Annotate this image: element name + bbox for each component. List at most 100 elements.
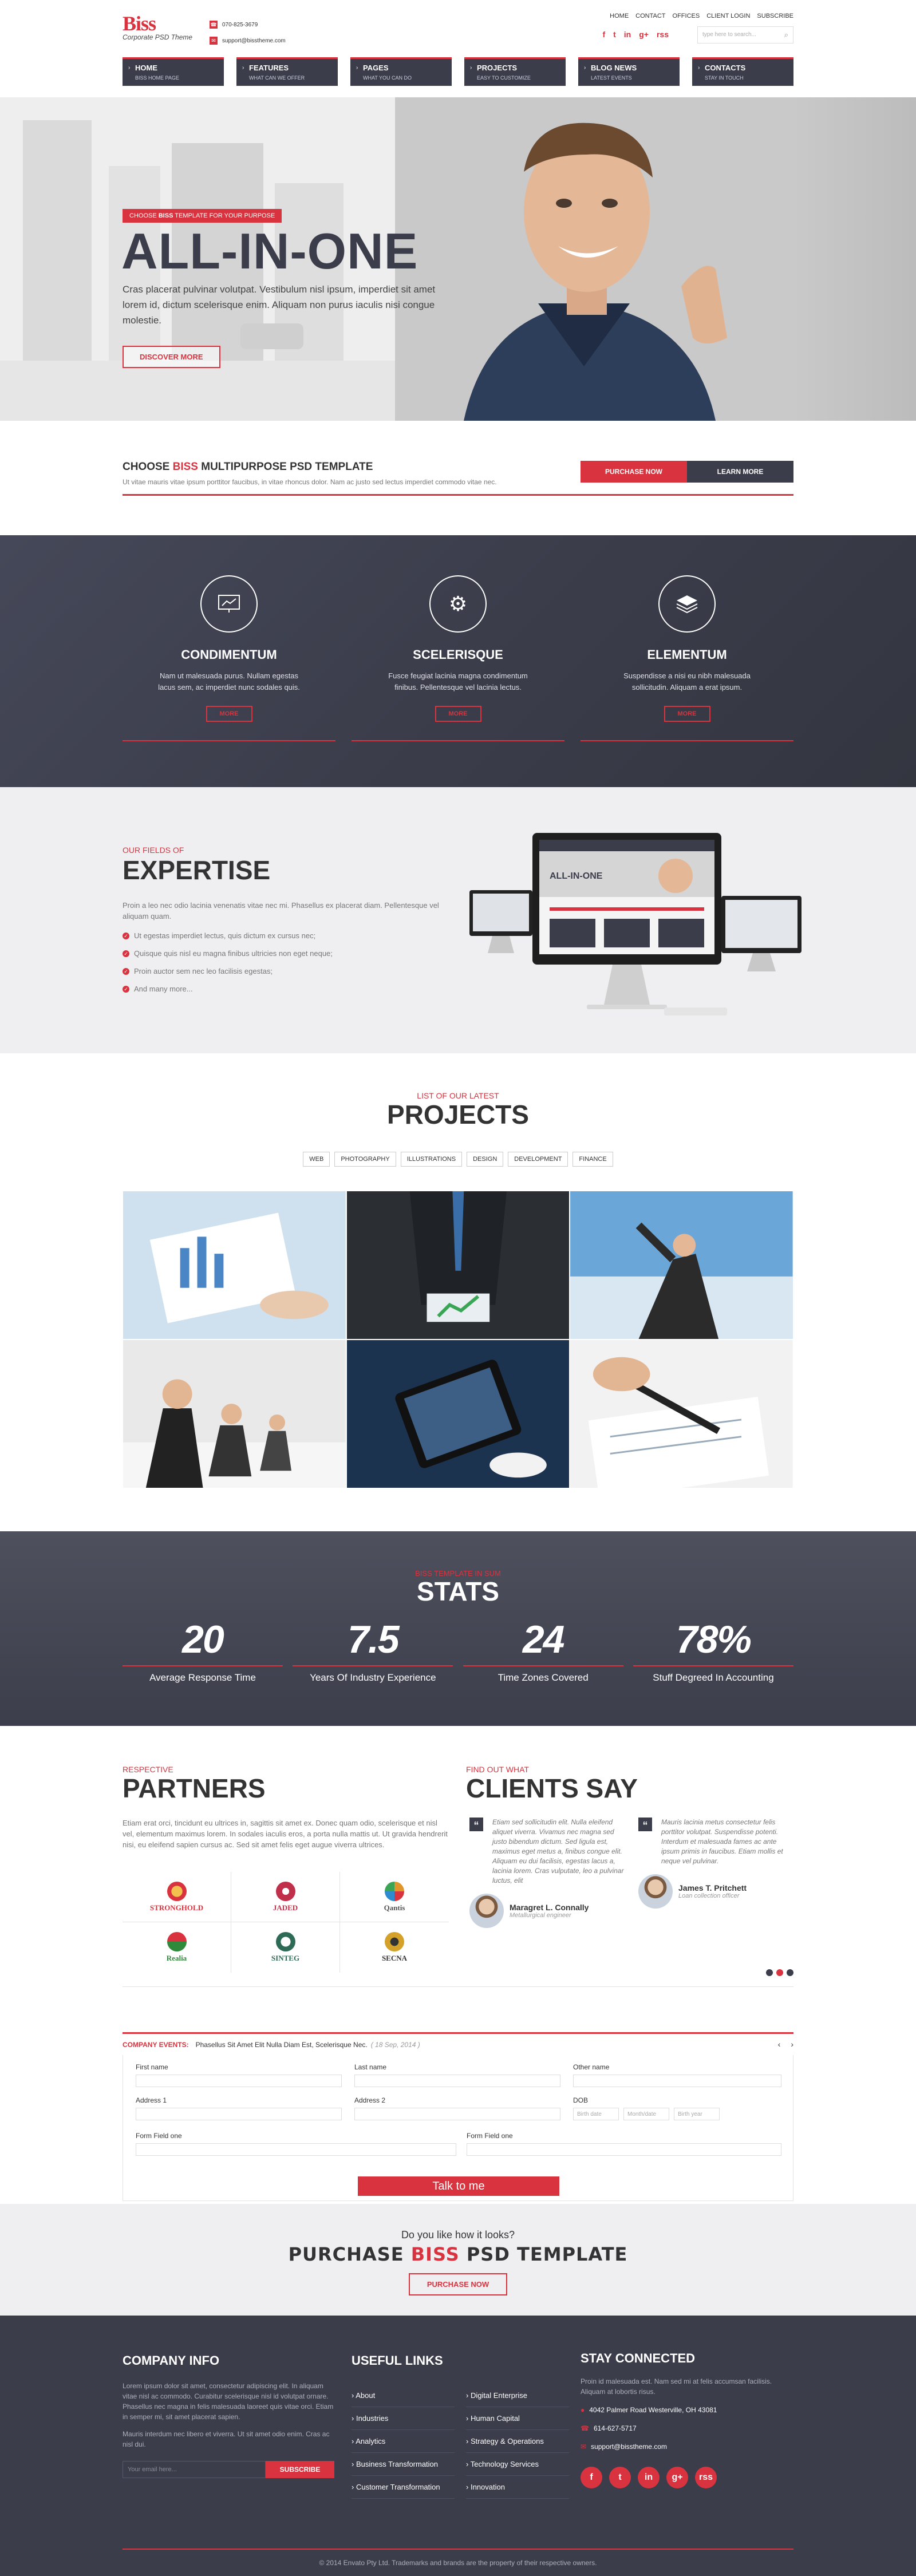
partner-logo-sinteg[interactable]: SINTEG <box>231 1922 340 1973</box>
subscribe-button[interactable]: SUBSCRIBE <box>266 2461 334 2478</box>
stat-label: Stuff Degreed In Accounting <box>653 1672 774 1683</box>
partner-logo-stronghold[interactable]: STRONGHOLD <box>123 1872 231 1922</box>
header-social: f t in g+ rss <box>602 30 669 39</box>
hero-title: ALL-IN-ONE <box>121 223 418 279</box>
footer-heading: STAY CONNECTED <box>581 2351 696 2365</box>
facebook-icon[interactable]: f <box>581 2467 602 2488</box>
form-field-one-input[interactable] <box>136 2143 456 2156</box>
footer-link[interactable]: › About <box>352 2384 455 2407</box>
rss-icon[interactable]: rss <box>657 30 669 39</box>
twitter-icon[interactable]: t <box>609 2467 631 2488</box>
nav-sub: WHAT YOU CAN DO <box>363 75 412 81</box>
last-name-input[interactable] <box>354 2075 560 2087</box>
dob-year-select[interactable]: Birth year <box>674 2108 720 2120</box>
partner-logo-jaded[interactable]: JADED <box>231 1872 340 1922</box>
discover-more-button[interactable]: DISCOVER MORE <box>123 346 220 368</box>
footer-link[interactable]: › Technology Services <box>466 2453 569 2476</box>
footer-link[interactable]: › Human Capital <box>466 2407 569 2430</box>
nav-projects[interactable]: › PROJECTS EASY TO CUSTOMIZE <box>464 57 566 86</box>
footer-info-text: Mauris interdum nec libero et viverra. U… <box>123 2430 330 2448</box>
partner-logo-secna[interactable]: SECNA <box>340 1922 449 1973</box>
facebook-icon[interactable]: f <box>602 30 605 39</box>
toplink-subscribe[interactable]: SUBSCRIBE <box>757 13 793 19</box>
service-more-button[interactable]: MORE <box>435 706 481 722</box>
copyright: © 2014 Envato Pty Ltd. Trademarks and br… <box>123 2549 793 2567</box>
logo-subtitle: Corporate PSD Theme <box>123 33 193 41</box>
linkedin-icon[interactable]: in <box>638 2467 660 2488</box>
toplink-client-login[interactable]: CLIENT LOGIN <box>706 13 750 19</box>
filter-finance[interactable]: FINANCE <box>572 1152 613 1167</box>
filter-illustrations[interactable]: ILLUSTRATIONS <box>400 1152 463 1167</box>
address2-field: Address 2 <box>354 2096 560 2120</box>
googleplus-icon[interactable]: g+ <box>639 30 649 39</box>
footer-link[interactable]: › Digital Enterprise <box>466 2384 569 2407</box>
event-text[interactable]: Phasellus Sit Amet Elit Nulla Diam Est, … <box>196 2041 368 2049</box>
carousel-dot[interactable] <box>766 1969 773 1976</box>
other-name-input[interactable] <box>573 2075 781 2087</box>
project-thumbnail[interactable] <box>346 1191 570 1340</box>
footer-link[interactable]: › Strategy & Operations <box>466 2430 569 2453</box>
toplink-offices[interactable]: OFFICES <box>673 13 700 19</box>
project-thumbnail[interactable] <box>570 1191 793 1340</box>
filter-photography[interactable]: PHOTOGRAPHY <box>334 1152 396 1167</box>
nav-sub: BISS HOME PAGE <box>135 75 179 81</box>
googleplus-icon[interactable]: g+ <box>666 2467 688 2488</box>
chevron-left-icon[interactable]: ‹ <box>778 2040 781 2049</box>
toplink-contact[interactable]: CONTACT <box>635 13 665 19</box>
expertise-section: OUR FIELDS OF EXPERTISE Proin a leo nec … <box>0 787 916 1053</box>
nav-features[interactable]: › FEATURES WHAT CAN WE OFFER <box>236 57 338 86</box>
footer-link-label: Digital Enterprise <box>470 2391 527 2400</box>
partner-logo-realia[interactable]: Realia <box>123 1922 231 1973</box>
nav-home[interactable]: › HOME BISS HOME PAGE <box>123 57 224 86</box>
chevron-right-icon[interactable]: › <box>791 2040 793 2049</box>
newsletter-email-input[interactable]: Your email here... <box>123 2461 266 2478</box>
first-name-input[interactable] <box>136 2075 342 2087</box>
form-field-two-input[interactable] <box>467 2143 781 2156</box>
footer-link[interactable]: › Innovation <box>466 2476 569 2499</box>
footer-link[interactable]: › Industries <box>352 2407 455 2430</box>
project-thumbnail[interactable] <box>346 1340 570 1488</box>
dob-day-select[interactable]: Birth date <box>573 2108 619 2120</box>
talk-to-me-button[interactable]: Talk to me <box>358 2176 559 2196</box>
author-name: Maragret L. Connally <box>510 1903 589 1912</box>
footer-link[interactable]: › Business Transformation <box>352 2453 455 2476</box>
project-thumbnail[interactable] <box>123 1191 346 1340</box>
twitter-icon[interactable]: t <box>613 30 616 39</box>
phone-icon: ☎ <box>210 21 218 29</box>
toplink-home[interactable]: HOME <box>610 13 629 19</box>
dob-month-select[interactable]: Month/date <box>623 2108 669 2120</box>
search-input[interactable]: type here to search... ⌕ <box>697 26 793 44</box>
service-more-button[interactable]: MORE <box>206 706 252 722</box>
project-thumbnail[interactable] <box>570 1340 793 1488</box>
logo[interactable]: Biss Corporate PSD Theme <box>123 13 193 41</box>
nav-sub: LATEST EVENTS <box>591 75 632 81</box>
header-email[interactable]: support@bisstheme.com <box>222 38 286 44</box>
filter-design[interactable]: DESIGN <box>467 1152 504 1167</box>
learn-more-button[interactable]: LEARN MORE <box>687 461 793 483</box>
partner-logo-qantis[interactable]: Qantis <box>340 1872 449 1922</box>
purchase-now-button[interactable]: PURCHASE NOW <box>408 2273 508 2296</box>
carousel-dot[interactable] <box>787 1969 793 1976</box>
address1-input[interactable] <box>136 2108 342 2120</box>
filter-development[interactable]: DEVELOPMENT <box>508 1152 568 1167</box>
nav-title: BLOG NEWS <box>591 64 637 72</box>
check-icon: ✓ <box>123 950 129 957</box>
carousel-dot-active[interactable] <box>776 1969 783 1976</box>
hero-man-photo <box>395 97 796 421</box>
footer-email[interactable]: ✉ support@bisstheme.com <box>581 2441 793 2452</box>
service-more-button[interactable]: MORE <box>664 706 710 722</box>
footer-link[interactable]: › Customer Transformation <box>352 2476 455 2499</box>
nav-pages[interactable]: › PAGES WHAT YOU CAN DO <box>350 57 452 86</box>
purchase-now-button[interactable]: PURCHASE NOW <box>581 461 687 483</box>
events-label: COMPANY EVENTS: <box>123 2040 189 2049</box>
filter-web[interactable]: WEB <box>303 1152 330 1167</box>
rss-icon[interactable]: rss <box>695 2467 717 2488</box>
nav-contacts[interactable]: › CONTACTS STAY IN TOUCH <box>692 57 793 86</box>
nav-blog-news[interactable]: › BLOG NEWS LATEST EVENTS <box>578 57 680 86</box>
list-item-text: Proin auctor sem nec leo facilisis egest… <box>134 967 273 975</box>
footer-link[interactable]: › Analytics <box>352 2430 455 2453</box>
linkedin-icon[interactable]: in <box>624 30 631 39</box>
search-icon[interactable]: ⌕ <box>784 30 788 39</box>
address2-input[interactable] <box>354 2108 560 2120</box>
project-thumbnail[interactable] <box>123 1340 346 1488</box>
